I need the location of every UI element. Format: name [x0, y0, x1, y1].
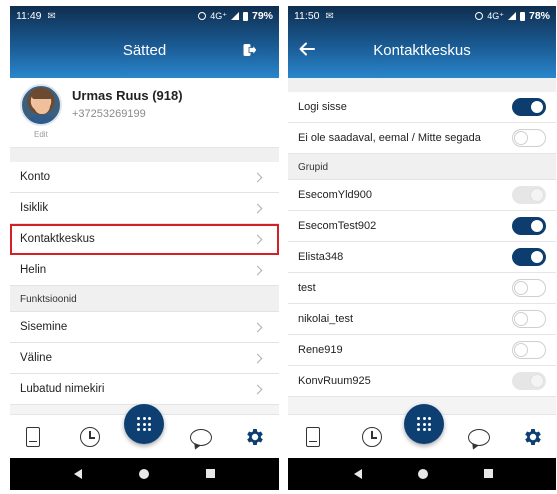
profile-phone: +37253269199 — [72, 108, 146, 120]
avatar[interactable] — [20, 84, 62, 126]
history-clock-icon[interactable] — [362, 427, 382, 447]
unavailable-toggle[interactable] — [512, 129, 546, 147]
group-label: Rene919 — [298, 344, 343, 356]
battery-icon — [519, 11, 525, 21]
status-time: 11:50 — [294, 10, 320, 22]
group-label: nikolai_test — [298, 313, 354, 325]
contacts-book-icon[interactable] — [306, 427, 320, 447]
chevron-right-icon — [252, 384, 263, 394]
dialpad-button[interactable] — [124, 404, 164, 444]
menu-item-label: Isiklik — [20, 202, 49, 214]
app-header: 11:49 ✉ 4G⁺ 79% Sätted — [10, 6, 279, 78]
mail-notification-icon: ✉ — [47, 10, 56, 22]
location-icon — [475, 12, 484, 20]
android-navigation-bar — [288, 458, 556, 490]
history-clock-icon[interactable] — [80, 427, 100, 447]
toggle-label: Logi sisse — [298, 101, 347, 113]
group-row: Rene919 — [288, 335, 556, 366]
status-bar: 11:50 ✉ 4G⁺ 78% — [288, 6, 556, 26]
chevron-right-icon — [252, 234, 263, 244]
android-recents-icon[interactable] — [484, 469, 493, 478]
group-row: test — [288, 273, 556, 304]
chat-bubble-icon[interactable] — [190, 429, 212, 446]
profile-card: Edit Urmas Ruus (918) +37253269199 — [10, 78, 279, 148]
android-home-icon[interactable] — [139, 469, 149, 479]
mail-notification-icon: ✉ — [325, 10, 334, 22]
group-toggle[interactable] — [512, 217, 546, 235]
page-title: Kontaktkeskus — [373, 41, 471, 59]
battery-level: 79% — [251, 10, 273, 22]
menu-item-label: Helin — [20, 264, 47, 276]
menu-item-isiklik[interactable]: Isiklik — [10, 193, 279, 224]
contact-center-screen: 11:50 ✉ 4G⁺ 78% Kontaktkeskus Logi sisse… — [288, 6, 556, 490]
menu-item-sisemine[interactable]: Sisemine — [10, 312, 279, 343]
toggle-row-unavailable: Ei ole saadaval, eemal / Mitte segada — [288, 123, 556, 154]
toggle-label: Ei ole saadaval, eemal / Mitte segada — [298, 132, 481, 144]
signal-icon — [507, 12, 516, 20]
menu-item-label: Konto — [20, 171, 51, 183]
android-back-icon[interactable] — [354, 469, 362, 479]
contacts-book-icon[interactable] — [26, 427, 40, 447]
android-home-icon[interactable] — [418, 469, 428, 479]
menu-item-label: Kontaktkeskus — [20, 233, 95, 245]
menu-item-label: Sisemine — [20, 321, 68, 333]
toggle-row-logi-sisse: Logi sisse — [288, 92, 556, 123]
menu-item-label: Lubatud nimekiri — [20, 383, 105, 395]
logout-icon[interactable] — [243, 43, 257, 57]
chevron-right-icon — [252, 172, 263, 182]
battery-level: 78% — [528, 10, 550, 22]
dialpad-button[interactable] — [404, 404, 444, 444]
section-header-functions: Funktsioonid — [10, 286, 279, 312]
settings-screen: 11:49 ✉ 4G⁺ 79% Sätted Edit Urmas Ruus (… — [10, 6, 279, 490]
chevron-right-icon — [252, 353, 263, 363]
group-label: Elista348 — [298, 251, 344, 263]
status-bar: 11:49 ✉ 4G⁺ 79% — [10, 6, 279, 26]
signal-icon — [230, 12, 239, 20]
group-toggle[interactable] — [512, 341, 546, 359]
network-type: 4G⁺ — [210, 10, 227, 21]
group-toggle[interactable] — [512, 310, 546, 328]
android-back-icon[interactable] — [74, 469, 82, 479]
android-recents-icon[interactable] — [206, 469, 215, 478]
status-time: 11:49 — [16, 10, 42, 22]
group-toggle — [512, 372, 546, 390]
chevron-right-icon — [252, 265, 263, 275]
settings-gear-icon[interactable] — [522, 426, 544, 448]
group-toggle[interactable] — [512, 279, 546, 297]
page-title: Sätted — [122, 41, 167, 59]
chat-bubble-icon[interactable] — [468, 429, 490, 446]
group-toggle — [512, 186, 546, 204]
chevron-right-icon — [252, 203, 263, 213]
menu-item-helin[interactable]: Helin — [10, 255, 279, 286]
android-navigation-bar — [10, 458, 279, 490]
group-label: KonvRuum925 — [298, 375, 371, 387]
menu-item-kontaktkeskus[interactable]: Kontaktkeskus — [10, 224, 279, 255]
group-label: test — [298, 282, 316, 294]
group-label: EsecomYld900 — [298, 189, 372, 201]
group-row: Elista348 — [288, 242, 556, 273]
group-label: EsecomTest902 — [298, 220, 377, 232]
group-row: nikolai_test — [288, 304, 556, 335]
settings-gear-icon[interactable] — [244, 426, 266, 448]
network-type: 4G⁺ — [487, 10, 504, 21]
group-toggle[interactable] — [512, 248, 546, 266]
menu-item-valine[interactable]: Väline — [10, 343, 279, 374]
edit-avatar-link[interactable]: Edit — [34, 130, 48, 139]
login-toggle[interactable] — [512, 98, 546, 116]
group-row: EsecomYld900 — [288, 180, 556, 211]
group-row: EsecomTest902 — [288, 211, 556, 242]
chevron-right-icon — [252, 322, 263, 332]
profile-name: Urmas Ruus (918) — [72, 88, 183, 103]
location-icon — [198, 12, 207, 20]
section-header-groups: Grupid — [288, 154, 556, 180]
back-arrow-icon[interactable] — [298, 40, 316, 58]
menu-item-label: Väline — [20, 352, 52, 364]
group-row: KonvRuum925 — [288, 366, 556, 397]
menu-item-lubatud-nimekiri[interactable]: Lubatud nimekiri — [10, 374, 279, 405]
battery-icon — [242, 11, 248, 21]
app-header: 11:50 ✉ 4G⁺ 78% Kontaktkeskus — [288, 6, 556, 78]
menu-item-konto[interactable]: Konto — [10, 162, 279, 193]
